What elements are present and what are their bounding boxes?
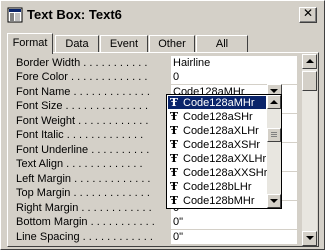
close-icon: ✕: [302, 6, 314, 20]
property-label: Border Width . . . . . . . . . . .: [16, 57, 148, 69]
truetype-font-icon: Ŧ: [169, 180, 179, 193]
font-option-label: Code128aXXSHr: [183, 167, 268, 179]
grip-line: [271, 134, 277, 135]
tab-event[interactable]: Event: [100, 35, 148, 52]
properties-scrollbar[interactable]: [302, 54, 317, 246]
truetype-font-icon: Ŧ: [169, 152, 179, 165]
title-bar[interactable]: Text Box: Text6 ✕: [3, 3, 322, 27]
property-label: Fore Color . . . . . . . . . . . . .: [16, 71, 148, 83]
font-option-label: Code128aMHr: [183, 97, 255, 109]
property-value-field[interactable]: Hairline: [171, 56, 297, 70]
font-option-label: Code128bMHr: [183, 195, 255, 207]
property-label: Top Margin . . . . . . . . . . . . .: [16, 187, 150, 199]
close-button[interactable]: ✕: [299, 6, 317, 23]
grip-line: [271, 136, 277, 137]
property-label: Text Align . . . . . . . . . . . . .: [16, 158, 143, 170]
property-label: Font Underline . . . . . . . . . .: [16, 144, 150, 156]
scroll-up-button[interactable]: [302, 54, 317, 69]
dropdown-scroll-thumb[interactable]: [267, 128, 281, 142]
font-name-dropdown-list[interactable]: Ŧ Code128aMHr Ŧ Code128aSHr Ŧ Code128aXLHr …: [166, 94, 282, 209]
property-value-field[interactable]: 0": [171, 215, 297, 229]
property-label: Font Weight . . . . . . . . . . . .: [16, 115, 149, 127]
property-sheet-icon: [7, 7, 23, 23]
property-row-border-width[interactable]: Border Width . . . . . . . . . . . Hairl…: [16, 56, 300, 70]
property-label: Line Spacing . . . . . . . . . . . .: [16, 231, 153, 243]
truetype-font-icon: Ŧ: [169, 110, 179, 123]
truetype-font-icon: Ŧ: [169, 194, 179, 207]
property-label: Font Italic . . . . . . . . . . . . .: [16, 129, 144, 141]
tab-all[interactable]: All: [196, 35, 248, 52]
font-option[interactable]: Ŧ Code128aXSHr: [168, 138, 266, 151]
property-label: Left Margin . . . . . . . . . . . . .: [16, 173, 151, 185]
property-sheet-window: Text Box: Text6 ✕ Format Data Event Othe…: [0, 0, 325, 250]
property-label: Font Name . . . . . . . . . . . . .: [16, 86, 150, 98]
font-option-label: Code128bLHr: [183, 181, 252, 193]
tab-other[interactable]: Other: [149, 35, 195, 52]
arrow-down-icon: [306, 236, 314, 240]
font-option[interactable]: Ŧ Code128aXXLHr: [168, 152, 266, 165]
tab-data[interactable]: Data: [55, 35, 99, 52]
arrow-up-icon: [306, 59, 314, 63]
arrow-up-icon: [270, 100, 278, 104]
truetype-font-icon: Ŧ: [169, 124, 179, 137]
arrow-down-icon: [270, 199, 278, 203]
dropdown-scrollbar[interactable]: [267, 95, 281, 208]
truetype-font-icon: Ŧ: [169, 96, 179, 109]
font-option-label: Code128aXXLHr: [183, 153, 267, 165]
font-option[interactable]: Ŧ Code128aSHr: [168, 110, 266, 123]
truetype-font-icon: Ŧ: [169, 166, 179, 179]
font-option-label: Code128aXLHr: [183, 125, 259, 137]
chevron-down-icon: [270, 89, 278, 93]
font-option[interactable]: Ŧ Code128aMHr: [168, 96, 266, 109]
grip-line: [271, 132, 277, 133]
property-value-field[interactable]: 0: [171, 70, 297, 84]
property-value-field[interactable]: 0": [171, 230, 297, 244]
font-option[interactable]: Ŧ Code128bLHr: [168, 180, 266, 193]
window-title: Text Box: Text6: [27, 7, 122, 22]
tab-format[interactable]: Format: [7, 33, 53, 54]
font-option[interactable]: Ŧ Code128bMHr: [168, 194, 266, 207]
property-row-line-spacing[interactable]: Line Spacing . . . . . . . . . . . . 0": [16, 230, 300, 244]
dropdown-scroll-down-button[interactable]: [267, 194, 281, 208]
font-option-label: Code128aXSHr: [183, 139, 261, 151]
property-label: Font Size . . . . . . . . . . . . . .: [16, 100, 149, 112]
property-label: Bottom Margin . . . . . . . . . . .: [16, 216, 155, 228]
dropdown-scroll-up-button[interactable]: [267, 95, 281, 109]
font-option[interactable]: Ŧ Code128aXLHr: [168, 124, 266, 137]
font-option-label: Code128aSHr: [183, 111, 253, 123]
font-option[interactable]: Ŧ Code128aXXSHr: [168, 166, 268, 179]
scroll-thumb[interactable]: [302, 71, 317, 91]
property-row-bottom-margin[interactable]: Bottom Margin . . . . . . . . . . . 0": [16, 215, 300, 229]
property-label: Right Margin . . . . . . . . . . . .: [16, 202, 152, 214]
scroll-down-button[interactable]: [302, 231, 317, 246]
property-row-fore-color[interactable]: Fore Color . . . . . . . . . . . . . 0: [16, 70, 300, 84]
truetype-font-icon: Ŧ: [169, 138, 179, 151]
